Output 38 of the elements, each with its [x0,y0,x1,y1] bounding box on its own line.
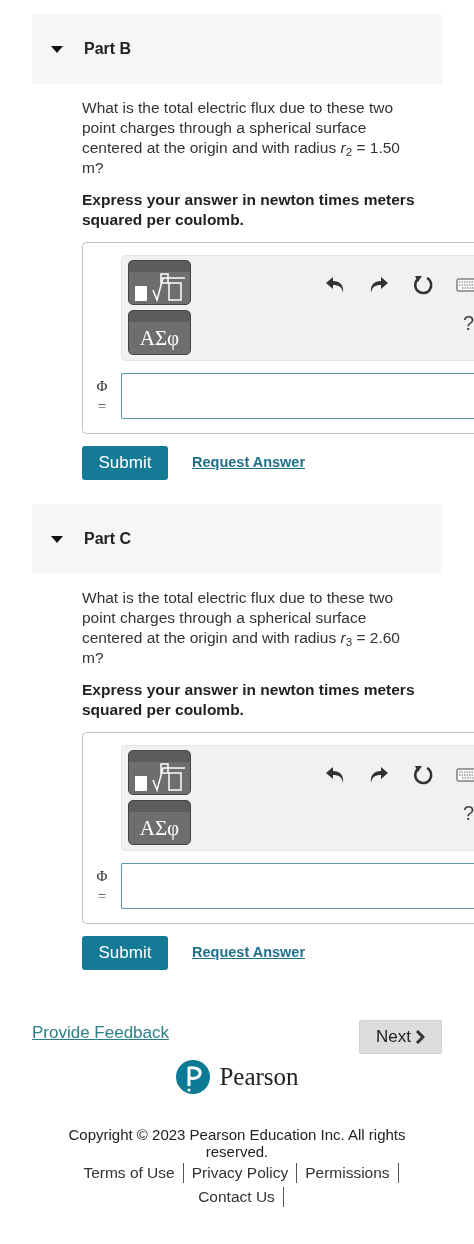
help-button[interactable]: ? [462,312,474,334]
part-header[interactable]: Part C [32,504,442,574]
answer-field[interactable] [121,373,474,419]
template-button[interactable] [128,750,191,795]
footer-link[interactable]: Contact Us [190,1186,284,1207]
instruction-text: Express your answer in newton times meters squared per coulomb. [82,680,416,720]
logo-icon [175,1058,212,1095]
answer-label: Φ = [95,867,109,906]
answer-field[interactable] [121,863,474,909]
question-text: What is the total electric flux due to these two point charges through a spherical surface centered at the origin and with radius r$_{2}$ = 1.50 m? [82,98,401,178]
template-button[interactable] [128,260,191,305]
feedback-link[interactable]: Provide Feedback [32,1020,170,1046]
footer-link[interactable]: Terms of Use [75,1162,184,1183]
template-icon [132,762,187,792]
footer-link[interactable]: Permissions [297,1162,399,1183]
brand-name: Pearson [219,1062,299,1092]
symbols-button[interactable]: ΑΣφ [128,310,191,355]
symbols-button[interactable]: ΑΣφ [128,800,191,845]
submit-button[interactable]: Submit [82,936,168,970]
reset-icon[interactable] [412,764,434,786]
part-title: Part C [84,529,132,549]
keyboard-icon[interactable] [456,278,474,292]
copyright-text: Copyright © 2023 Pearson Education Inc. All rights reserved. [67,1125,407,1160]
keyboard-icon[interactable] [456,768,474,782]
help-button[interactable]: ? [462,802,474,824]
part-header[interactable]: Part B [32,14,442,84]
submit-button[interactable]: Submit [82,446,168,480]
request-answer-link[interactable]: Request Answer [192,452,306,474]
chevron-right-icon [415,1030,425,1044]
next-button[interactable]: Next [359,1020,442,1054]
instruction-text: Express your answer in newton times meters squared per coulomb. [82,190,416,230]
template-icon [132,272,187,302]
answer-label: Φ = [95,377,109,416]
reset-icon[interactable] [412,274,434,296]
request-answer-link[interactable]: Request Answer [192,942,306,964]
footer-link[interactable]: Privacy Policy [183,1162,298,1183]
question-text: What is the total electric flux due to these two point charges through a spherical surface centered at the origin and with radius r$_{3}$ = 2.60 m? [82,588,401,668]
part-title: Part B [84,39,132,59]
